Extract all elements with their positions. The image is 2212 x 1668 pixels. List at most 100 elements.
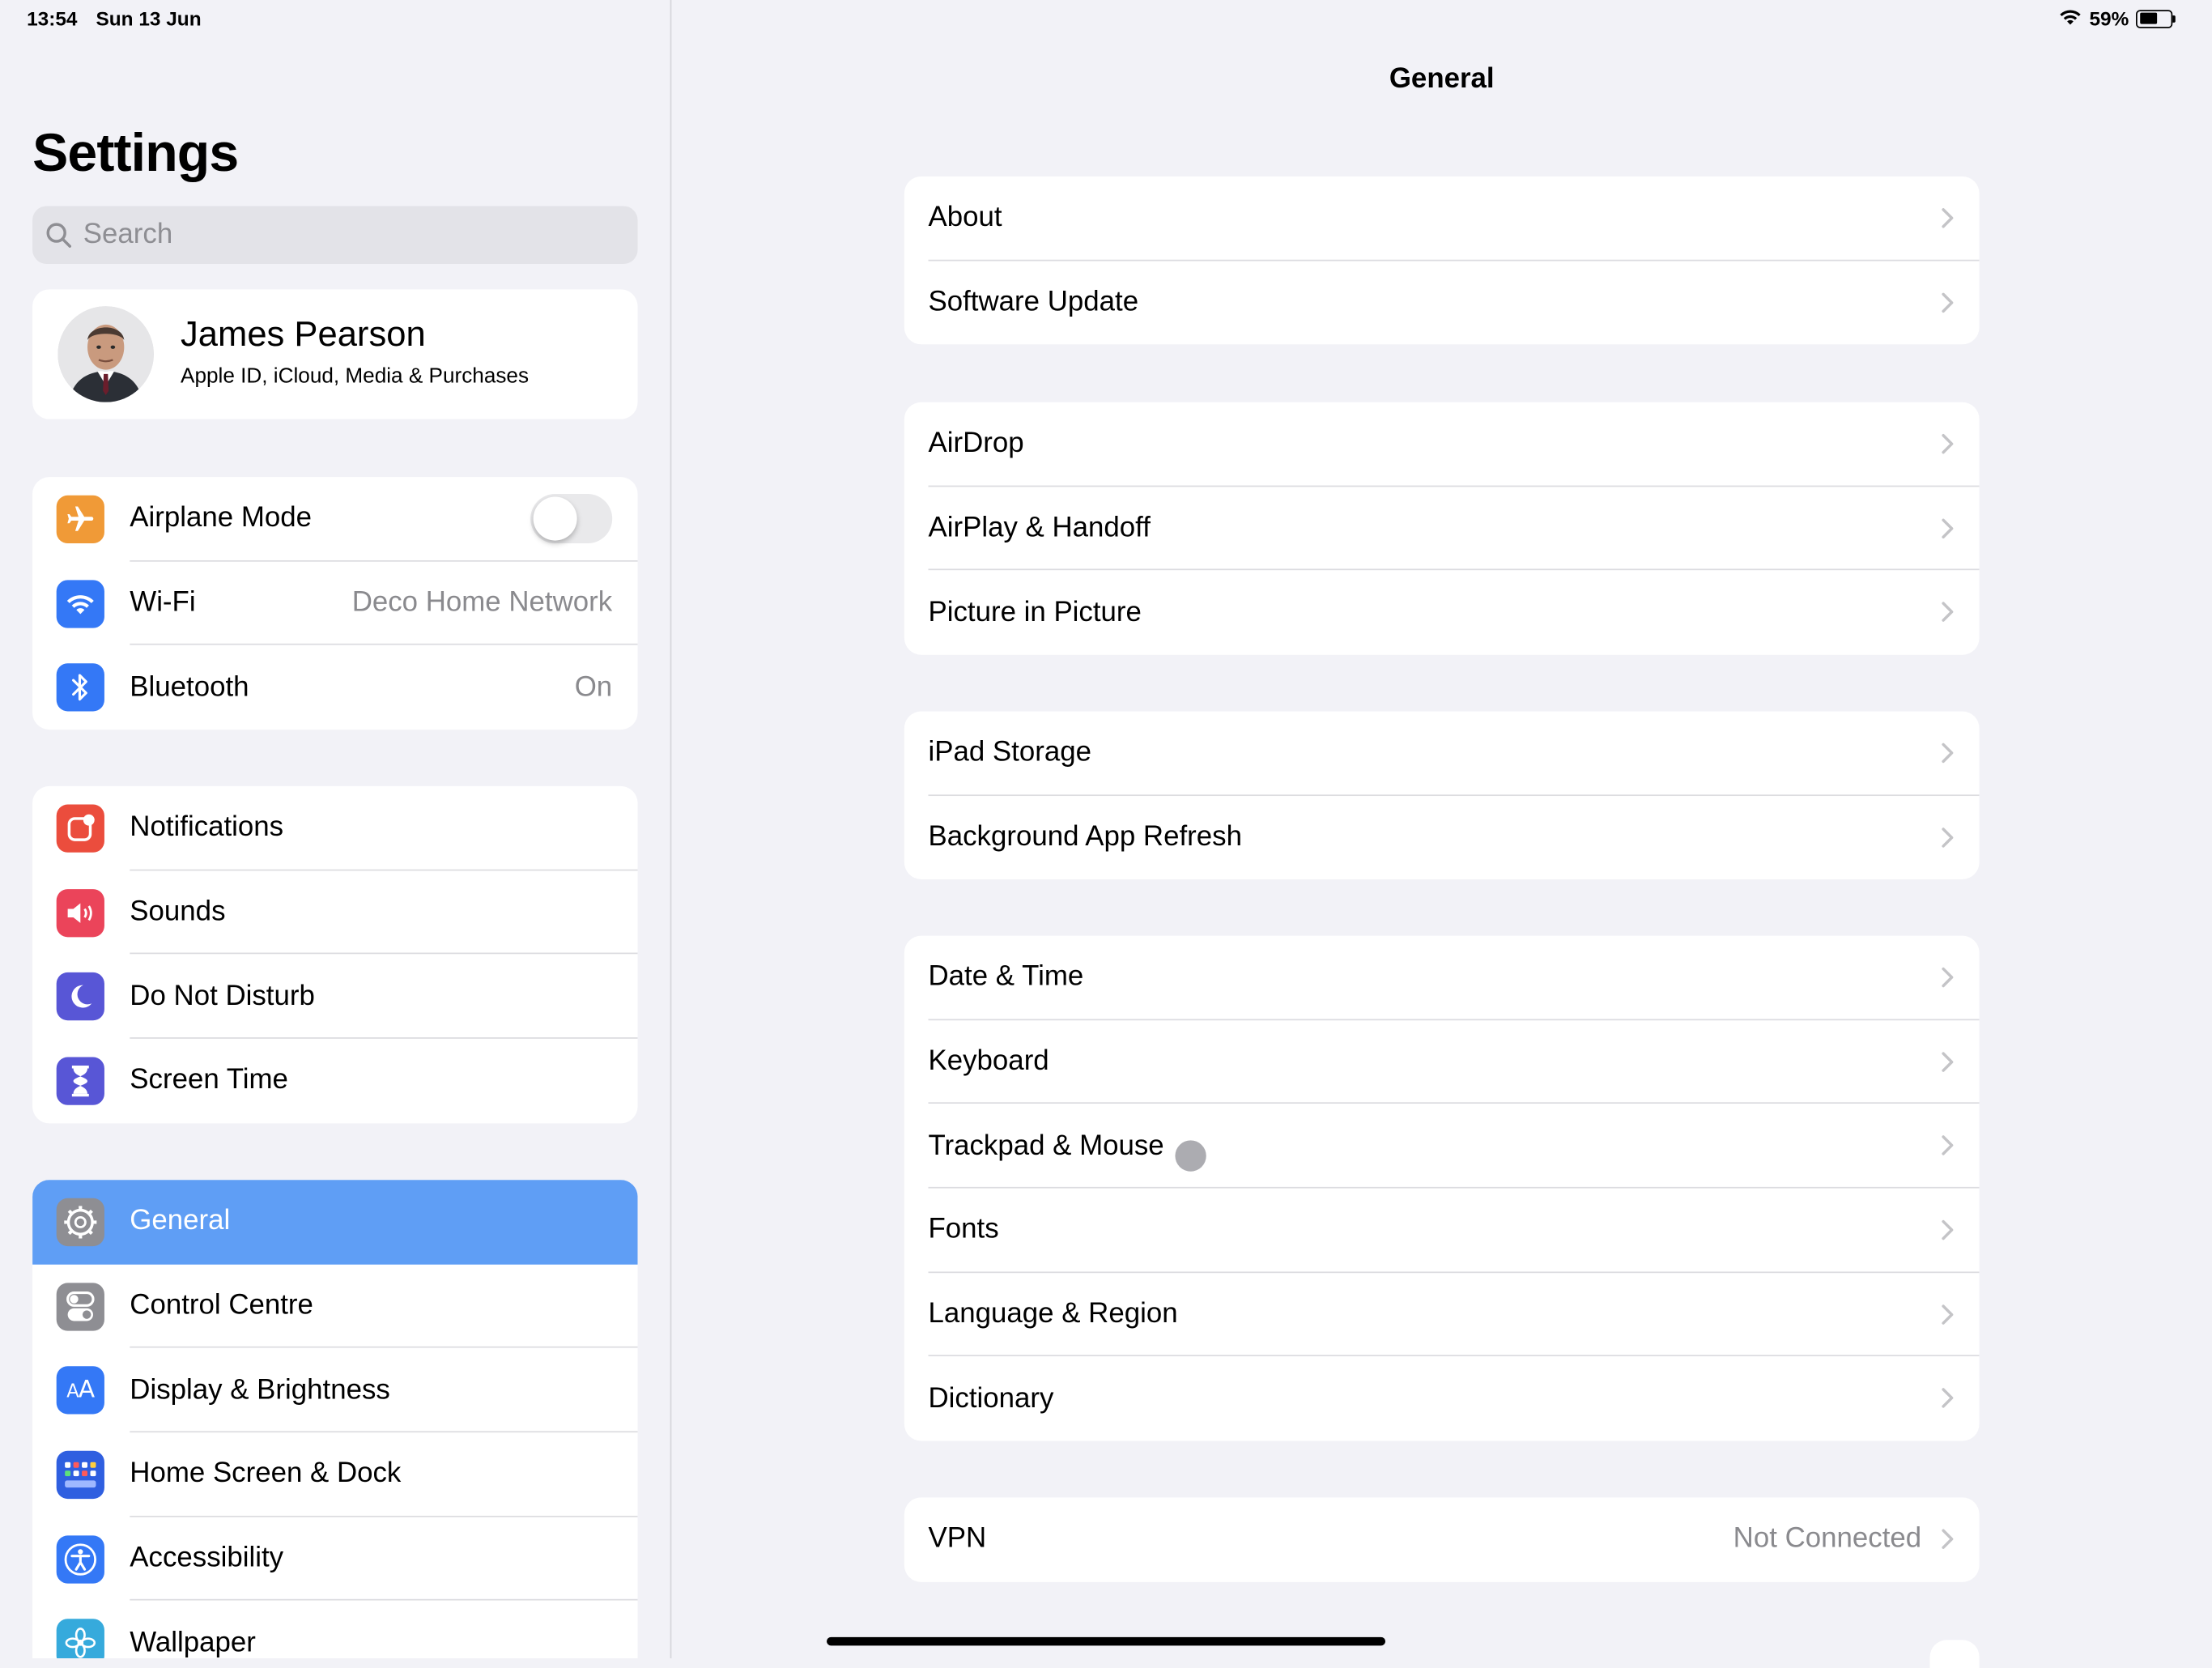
row-dictionary[interactable]: Dictionary: [904, 1357, 1980, 1441]
airplane-icon: [56, 495, 104, 544]
sidebar-item-control-centre[interactable]: Control Centre: [32, 1264, 638, 1349]
home-indicator[interactable]: [827, 1636, 1386, 1646]
row-label: AirPlay & Handoff: [928, 512, 1151, 544]
sidebar-item-wallpaper[interactable]: Wallpaper: [32, 1601, 637, 1659]
vpn-status-value: Not Connected: [1733, 1523, 1922, 1555]
row-fonts[interactable]: Fonts: [904, 1189, 1980, 1273]
sidebar-item-label: Notifications: [130, 811, 284, 844]
text-size-icon: AA: [56, 1366, 104, 1415]
battery-icon: [2135, 9, 2176, 28]
row-software-update[interactable]: Software Update: [904, 261, 1980, 345]
notifications-icon: [56, 804, 104, 853]
sidebar: Settings Search James Pearson Apple ID, …: [0, 0, 672, 1659]
notifications-group: Notifications Sounds Do Not Disturb Scre…: [32, 785, 638, 1123]
chevron-right-icon: [1942, 433, 1955, 462]
bluetooth-value: On: [574, 671, 613, 703]
row-label: VPN: [928, 1523, 987, 1555]
moon-icon: [56, 972, 104, 1021]
sidebar-item-accessibility[interactable]: Accessibility: [32, 1517, 638, 1602]
sidebar-item-label: Bluetooth: [130, 671, 249, 703]
sidebar-item-notifications[interactable]: Notifications: [32, 786, 638, 870]
row-language-region[interactable]: Language & Region: [904, 1273, 1980, 1357]
chevron-right-icon: [1942, 1388, 1955, 1416]
chevron-right-icon: [1942, 1529, 1955, 1557]
detail-group-2: AirDrop AirPlay & Handoff Picture in Pic…: [904, 402, 1980, 655]
profile-subtitle: Apple ID, iCloud, Media & Purchases: [181, 364, 530, 389]
connectivity-group: Airplane Mode Wi-Fi Deco Home Network Bl…: [32, 477, 638, 730]
app-grid-icon: [56, 1450, 104, 1500]
sidebar-item-bluetooth[interactable]: Bluetooth On: [32, 645, 637, 730]
row-label: AirDrop: [928, 428, 1024, 460]
sidebar-item-label: Home Screen & Dock: [130, 1458, 402, 1490]
row-label: Dictionary: [928, 1382, 1054, 1415]
sidebar-item-label: Wallpaper: [130, 1627, 256, 1658]
status-indicators: 59%: [2058, 7, 2176, 30]
sidebar-item-sounds[interactable]: Sounds: [32, 870, 638, 955]
sidebar-item-label: Sounds: [130, 896, 226, 928]
detail-group-5: VPN Not Connected: [904, 1497, 1980, 1582]
sidebar-item-display-brightness[interactable]: AA Display & Brightness: [32, 1348, 638, 1433]
row-keyboard[interactable]: Keyboard: [904, 1020, 1980, 1104]
sidebar-item-label: Control Centre: [130, 1290, 313, 1321]
accessibility-icon: [56, 1534, 104, 1584]
row-ipad-storage[interactable]: iPad Storage: [904, 711, 1980, 796]
detail-group-1: About Software Update: [904, 176, 1980, 345]
row-picture-in-picture[interactable]: Picture in Picture: [904, 571, 1980, 655]
row-label: Keyboard: [928, 1045, 1049, 1077]
search-field[interactable]: Search: [32, 206, 638, 264]
sidebar-item-label: Display & Brightness: [130, 1374, 390, 1406]
row-label: About: [928, 202, 1002, 234]
sidebar-item-airplane-mode[interactable]: Airplane Mode: [32, 477, 638, 562]
row-date-time[interactable]: Date & Time: [904, 936, 1980, 1020]
wifi-status-icon: [2058, 7, 2082, 30]
chevron-right-icon: [1942, 1051, 1955, 1079]
row-trackpad-mouse[interactable]: Trackpad & Mouse: [904, 1104, 1980, 1189]
chevron-right-icon: [1942, 291, 1955, 320]
sidebar-item-label: Do Not Disturb: [130, 980, 315, 1012]
sidebar-item-general[interactable]: General: [32, 1180, 638, 1265]
sidebar-item-screen-time[interactable]: Screen Time: [32, 1039, 637, 1123]
sidebar-item-wifi[interactable]: Wi-Fi Deco Home Network: [32, 561, 638, 646]
apple-id-profile[interactable]: James Pearson Apple ID, iCloud, Media & …: [32, 289, 638, 419]
speaker-icon: [56, 888, 104, 937]
row-label: Trackpad & Mouse: [928, 1130, 1164, 1161]
chevron-right-icon: [1942, 1219, 1955, 1248]
pointer-cursor: [1175, 1140, 1206, 1172]
search-icon: [46, 222, 71, 248]
page-title: General: [1389, 63, 1495, 95]
row-airdrop[interactable]: AirDrop: [904, 402, 1980, 487]
row-vpn[interactable]: VPN Not Connected: [904, 1497, 1980, 1581]
chevron-right-icon: [1942, 1135, 1955, 1164]
row-about[interactable]: About: [904, 177, 1980, 261]
sidebar-title: Settings: [32, 124, 239, 184]
hourglass-icon: [56, 1057, 104, 1105]
row-label: iPad Storage: [928, 737, 1091, 768]
battery-percent: 59%: [2089, 6, 2129, 30]
row-label: Picture in Picture: [928, 596, 1142, 628]
wifi-icon: [56, 579, 104, 628]
profile-name: James Pearson: [181, 314, 426, 355]
row-label: Date & Time: [928, 961, 1084, 993]
sidebar-item-home-screen-dock[interactable]: Home Screen & Dock: [32, 1432, 638, 1517]
sidebar-item-label: Airplane Mode: [130, 503, 313, 534]
general-group: General Control Centre AA Display & Brig…: [32, 1180, 638, 1659]
sidebar-item-label: Accessibility: [130, 1542, 284, 1574]
row-airplay-handoff[interactable]: AirPlay & Handoff: [904, 487, 1980, 571]
chevron-right-icon: [1942, 602, 1955, 630]
sidebar-item-do-not-disturb[interactable]: Do Not Disturb: [32, 955, 638, 1039]
wifi-network-value: Deco Home Network: [351, 587, 613, 619]
gear-icon: [56, 1198, 104, 1247]
row-label: Language & Region: [928, 1298, 1178, 1330]
search-placeholder: Search: [83, 219, 173, 250]
chevron-right-icon: [1942, 517, 1955, 546]
toggles-icon: [56, 1282, 104, 1331]
bluetooth-icon: [56, 663, 104, 713]
sidebar-item-label: Wi-Fi: [130, 587, 196, 619]
row-background-app-refresh[interactable]: Background App Refresh: [904, 796, 1980, 880]
chevron-right-icon: [1942, 1304, 1955, 1332]
sidebar-item-label: Screen Time: [130, 1064, 288, 1096]
next-group-edge: [1929, 1640, 1980, 1668]
row-label: Background App Refresh: [928, 821, 1242, 853]
airplane-mode-toggle[interactable]: [530, 494, 613, 544]
chevron-right-icon: [1942, 827, 1955, 855]
